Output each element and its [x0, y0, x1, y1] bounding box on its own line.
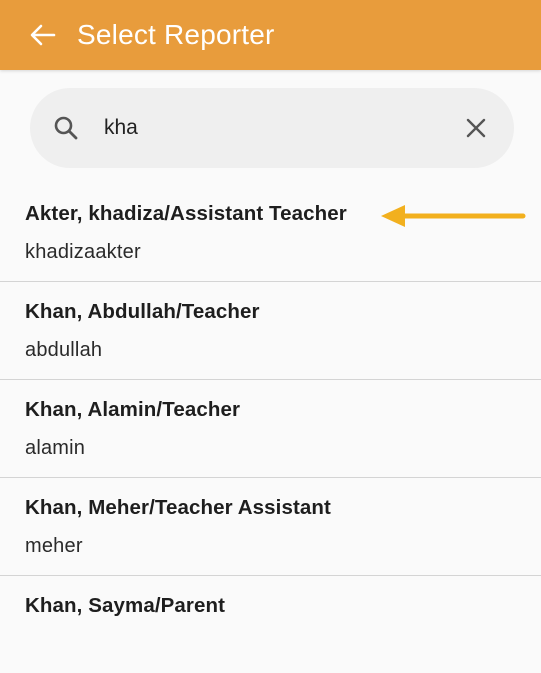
list-item[interactable]: Khan, Sayma/Parent — [0, 576, 541, 673]
reporter-name: Khan, Abdullah/Teacher — [25, 300, 260, 323]
back-button[interactable] — [23, 15, 63, 55]
list-item[interactable]: Khan, Alamin/Teacher alamin — [0, 380, 541, 478]
reporter-name: Khan, Sayma/Parent — [25, 594, 226, 617]
arrow-left-icon — [30, 24, 56, 46]
reporter-name: Khan, Meher/Teacher Assistant — [25, 496, 331, 519]
app-bar: Select Reporter — [0, 0, 541, 70]
list-item[interactable]: Akter, khadiza/Assistant Teacher khadiza… — [0, 184, 541, 282]
list-item[interactable]: Khan, Meher/Teacher Assistant meher — [0, 478, 541, 576]
search-input[interactable] — [104, 108, 444, 148]
list-item[interactable]: Khan, Abdullah/Teacher abdullah — [0, 282, 541, 380]
reporter-name: Khan, Alamin/Teacher — [25, 398, 241, 421]
close-icon — [466, 118, 486, 138]
reporter-name: Akter, khadiza/Assistant Teacher — [25, 202, 347, 225]
reporter-list: Akter, khadiza/Assistant Teacher khadiza… — [0, 184, 541, 673]
reporter-username: alamin — [25, 437, 86, 459]
search-icon — [52, 114, 80, 142]
clear-search-button[interactable] — [458, 110, 494, 146]
reporter-username: khadizaakter — [25, 241, 141, 263]
reporter-username: abdullah — [25, 339, 103, 361]
reporter-username: meher — [25, 535, 83, 557]
page-title: Select Reporter — [77, 19, 275, 50]
search-bar[interactable] — [30, 88, 514, 168]
